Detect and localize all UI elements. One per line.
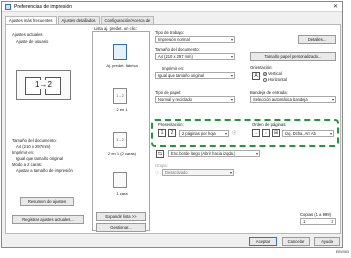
- job-type-select[interactable]: Impresión normal ▾: [155, 36, 235, 43]
- one-click-preset-list[interactable]: Aj. predet. fábrica 1→2 2 en 1 1→2 2 en …: [92, 31, 150, 231]
- summary-line: Ajustar a tamaño de impresión: [16, 168, 73, 173]
- layout-1-icon: 1: [158, 129, 166, 137]
- preset-label: 1 cara: [116, 191, 128, 196]
- page-order-value: Izq. Dcha.,Arr Ab: [285, 131, 316, 136]
- settings-panel: Ajustes actuales Ajuste de usuario 1→2 T…: [5, 24, 341, 234]
- summary-line: A4 (210 x 297mm): [16, 144, 51, 149]
- input-tray-label: Bandeja de entrada:: [250, 90, 288, 95]
- presentation-value: 2 páginas por hoja: [182, 131, 216, 136]
- chevron-down-icon: ▾: [229, 170, 232, 175]
- orientation-vertical-option[interactable]: Vertical: [263, 71, 282, 76]
- presentation-label: Presentación:: [158, 122, 184, 127]
- page-order-select[interactable]: Izq. Dcha.,Arr Ab ▾: [282, 130, 334, 137]
- preset-thumbnail[interactable]: 1→2: [113, 132, 127, 148]
- duplex-select[interactable]: Enc.borde largo (Abrir hacia izqda.) ▾: [168, 150, 260, 157]
- tab-detailed-settings[interactable]: Ajustes detallados: [57, 16, 100, 24]
- window-title: Preferencias de impresión: [14, 4, 73, 10]
- orientation-horizontal-option[interactable]: Horizontal: [263, 77, 287, 82]
- preferences-window: Preferencias de impresión ✕ Ajustes más …: [1, 1, 343, 248]
- summary-line: Modo a 2 caras:: [12, 162, 43, 167]
- manage-button[interactable]: Gestionar...: [96, 223, 146, 232]
- input-tray-value: Selección automática bandeja: [253, 97, 308, 102]
- ok-button[interactable]: Aceptar: [249, 237, 277, 246]
- tab-bar: Ajustes más frecuentes Ajustes detallado…: [5, 16, 155, 25]
- staple-value: Desactivado: [165, 170, 188, 175]
- preset-label: 2 en 1 (2 caras): [107, 151, 136, 156]
- radio-unselected-icon: [263, 77, 267, 82]
- preset-label: Aj. predet. fábrica: [106, 63, 138, 68]
- details-button[interactable]: Detalles...: [298, 35, 336, 44]
- printer-icon: [5, 4, 11, 10]
- current-settings-label: Ajustes actuales: [12, 32, 43, 37]
- duplex-value: Enc.borde largo (Abrir hacia izqda.): [171, 151, 236, 156]
- register-settings-button[interactable]: Registrar ajustes actuales...: [12, 215, 84, 224]
- orientation-horizontal-label: Horizontal: [268, 77, 287, 82]
- chevron-down-icon: ▾: [255, 151, 258, 156]
- page-order-grid-icon: ⊞: [272, 129, 280, 137]
- chevron-down-icon: ▾: [331, 97, 334, 102]
- print-on-select[interactable]: Igual que tamaño original ▾: [155, 72, 235, 79]
- copies-label: Copias (1 a 999): [300, 212, 331, 217]
- staple-label: Grapa:: [155, 163, 168, 168]
- paper-type-value: Normal y reciclado: [158, 97, 192, 102]
- chevron-down-icon: ▾: [224, 131, 227, 136]
- close-icon[interactable]: ✕: [333, 3, 338, 10]
- summary-line: Igual que tamaño original: [16, 156, 64, 161]
- chevron-down-icon: ▾: [230, 37, 233, 42]
- page-order-label: Orden de páginas:: [252, 122, 287, 127]
- portrait-page-icon: A: [252, 72, 260, 80]
- presentation-select[interactable]: 2 páginas por hoja ▾: [179, 130, 229, 137]
- help-button[interactable]: Ayuda: [314, 237, 340, 246]
- duplex-icon: ⇆: [156, 150, 164, 158]
- staple-info-icon: ⓘ: [155, 170, 160, 175]
- chevron-down-icon: ▾: [230, 73, 233, 78]
- page-order-arrow-icon: ↓: [262, 129, 270, 137]
- document-size-value: A4 (210 x 297 mm): [158, 54, 193, 59]
- preset-label: 2 en 1: [116, 107, 128, 112]
- chevron-down-icon: ▾: [230, 54, 233, 59]
- tab-configuration-about[interactable]: Configuración/Acerca de: [100, 16, 155, 24]
- print-on-value: Igual que tamaño original: [158, 73, 204, 78]
- layout-2-icon: 2: [168, 129, 176, 137]
- print-on-label: Imprimir en:: [162, 66, 185, 71]
- orientation-vertical-label: Vertical: [268, 71, 282, 76]
- preview-label: 1→2: [35, 80, 52, 89]
- spinner-icon: ⇕: [330, 219, 334, 224]
- input-tray-select[interactable]: Selección automática bandeja ▾: [250, 96, 336, 103]
- paper-type-select[interactable]: Normal y reciclado ▾: [155, 96, 235, 103]
- current-settings-value: Ajuste de usuario: [16, 39, 49, 44]
- summary-line: Tamaño del documento:: [12, 138, 57, 143]
- document-size-label: Tamaño del documento:: [155, 47, 200, 52]
- preset-thumbnail[interactable]: [113, 44, 127, 60]
- chevron-down-icon: ▾: [230, 97, 233, 102]
- orientation-label: Orientación:: [250, 65, 273, 70]
- chevron-down-icon: ▾: [329, 131, 332, 136]
- copies-value: 1: [303, 219, 306, 224]
- custom-paper-size-button[interactable]: Tamaño papel personalizado...: [250, 52, 336, 61]
- document-size-select[interactable]: A4 (210 x 297 mm) ▾: [155, 53, 235, 60]
- staple-select[interactable]: Desactivado ▾: [162, 169, 234, 176]
- cancel-button[interactable]: Cancelar: [282, 237, 310, 246]
- job-type-label: Tipo de trabajo:: [155, 30, 184, 35]
- summary-line: Imprimir en:: [12, 150, 35, 155]
- preset-thumbnail[interactable]: [113, 172, 127, 188]
- radio-selected-icon: [263, 71, 267, 76]
- job-type-value: Impresión normal: [158, 37, 190, 42]
- page-order-arrow-icon: →: [252, 129, 260, 137]
- title-bar: Preferencias de impresión ✕: [2, 2, 342, 12]
- preset-thumbnail[interactable]: 1→2: [113, 88, 127, 104]
- copies-input[interactable]: 1 ⇕: [300, 218, 336, 225]
- paper-type-label: Tipo de papel:: [155, 90, 182, 95]
- info-icon: ⓘ: [232, 130, 237, 135]
- settings-preview: 1→2: [16, 70, 71, 100]
- expand-list-button[interactable]: Expandir lista >>: [96, 212, 146, 221]
- figure-code: EBV063: [335, 250, 349, 254]
- settings-summary-button[interactable]: Resumen de ajustes: [20, 197, 74, 206]
